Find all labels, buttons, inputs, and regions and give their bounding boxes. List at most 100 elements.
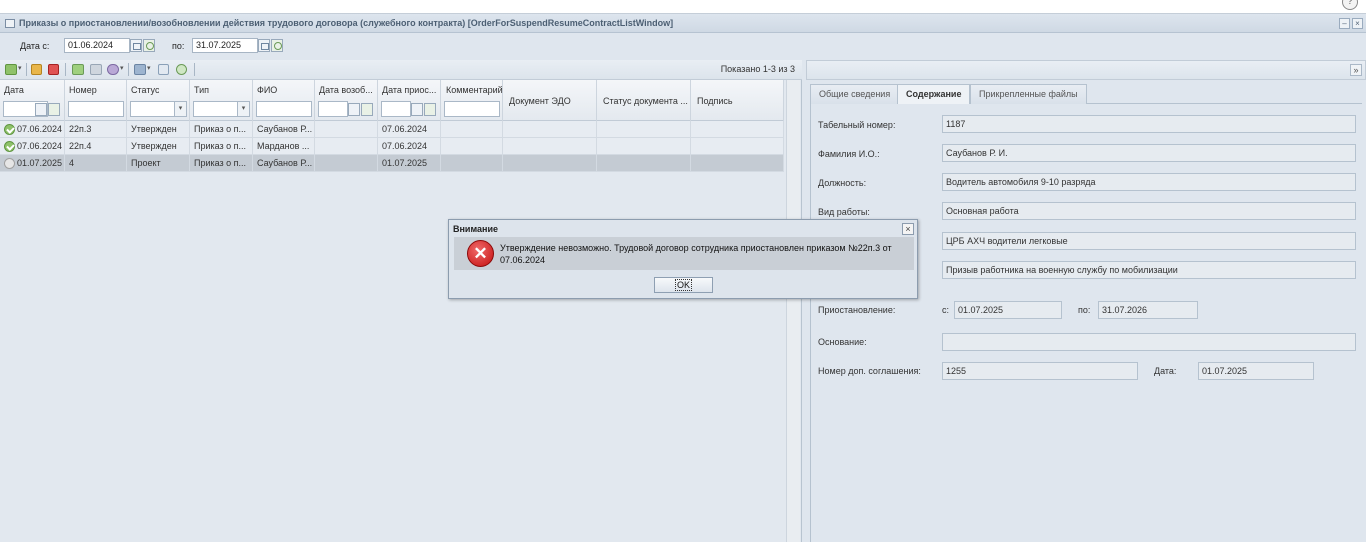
chevron-down-icon[interactable]: ▾ <box>174 102 186 116</box>
cell-edo <box>503 121 597 138</box>
filter-type-select[interactable]: ▾ <box>193 101 250 117</box>
column-signature[interactable]: Подпись <box>691 80 784 121</box>
dialog-message: Утверждение невозможно. Трудовой договор… <box>500 243 892 265</box>
department-field[interactable]: ЦРБ АХЧ водители легковые <box>942 232 1356 250</box>
column-suspend-date[interactable]: Дата приос... <box>378 80 441 121</box>
edit-icon[interactable] <box>31 64 42 75</box>
approved-status-icon <box>4 141 15 152</box>
column-date[interactable]: Дата <box>0 80 65 121</box>
filter-number-input[interactable] <box>68 101 124 117</box>
export-icon[interactable] <box>158 64 169 75</box>
position-field[interactable]: Водитель автомобиля 9-10 разряда <box>942 173 1356 191</box>
refresh-icon[interactable] <box>176 64 187 75</box>
ok-button[interactable]: OK <box>654 277 713 293</box>
print-icon[interactable] <box>134 64 146 75</box>
column-number[interactable]: Номер <box>65 80 127 121</box>
column-edo-document[interactable]: Документ ЭДО <box>503 80 597 121</box>
suspension-label: Приостановление: <box>818 305 896 315</box>
sign-icon[interactable] <box>107 64 119 75</box>
fio-label: Фамилия И.О.: <box>818 149 880 159</box>
close-window-button[interactable]: × <box>1352 18 1363 29</box>
clear-date-icon[interactable] <box>48 103 60 116</box>
clear-date-icon[interactable] <box>271 39 283 52</box>
filter-comment-input[interactable] <box>444 101 500 117</box>
calendar-icon[interactable] <box>35 103 47 116</box>
chevron-down-icon[interactable]: ▾ <box>18 64 22 72</box>
fio-field[interactable]: Саубанов Р. И. <box>942 144 1356 162</box>
tab-number-label: Табельный номер: <box>818 120 896 130</box>
column-resume-date[interactable]: Дата возоб... <box>315 80 378 121</box>
date-to-field[interactable]: 31.07.2025 <box>192 38 258 53</box>
cell-fio: Марданов ... <box>253 138 315 155</box>
tab-number-field[interactable]: 1187 <box>942 115 1356 133</box>
table-row[interactable]: 07.06.2024 22п.4 Утвержден Приказ о п...… <box>0 138 784 155</box>
chevron-down-icon[interactable]: ▾ <box>120 64 124 72</box>
add-icon[interactable] <box>5 64 17 75</box>
clear-date-icon[interactable] <box>143 39 155 52</box>
cell-comment <box>441 121 503 138</box>
clear-date-icon[interactable] <box>424 103 436 116</box>
cell-suspend-date: 07.06.2024 <box>378 138 441 155</box>
table-row[interactable]: 07.06.2024 22п.3 Утвержден Приказ о п...… <box>0 121 784 138</box>
cell-status: Утвержден <box>127 138 190 155</box>
column-status[interactable]: Статус ▾ <box>127 80 190 121</box>
calendar-icon[interactable] <box>348 103 360 116</box>
alert-dialog: Внимание × ✕ Утверждение невозможно. Тру… <box>448 219 918 299</box>
cell-doc-status <box>597 138 691 155</box>
tab-attachments[interactable]: Прикрепленные файлы <box>970 84 1087 104</box>
tab-general[interactable]: Общие сведения <box>810 84 900 104</box>
collapse-panel-icon[interactable]: » <box>1350 64 1362 76</box>
calendar-icon[interactable] <box>258 39 270 52</box>
column-document-status[interactable]: Статус документа ... <box>597 80 691 121</box>
date-from-field[interactable]: 01.06.2024 <box>64 38 130 53</box>
delete-icon[interactable] <box>48 64 59 75</box>
cell-type: Приказ о п... <box>190 155 253 172</box>
suspension-to-field[interactable]: 31.07.2026 <box>1098 301 1198 319</box>
cell-resume-date <box>315 155 378 172</box>
agreement-number-field[interactable]: 1255 <box>942 362 1138 380</box>
unapprove-icon[interactable] <box>90 64 102 75</box>
minimize-button[interactable]: – <box>1339 18 1350 29</box>
filter-suspend-date-input[interactable] <box>381 101 411 117</box>
cell-type: Приказ о п... <box>190 121 253 138</box>
vertical-scrollbar[interactable] <box>786 80 800 542</box>
cell-comment <box>441 138 503 155</box>
agreement-number-label: Номер доп. соглашения: <box>818 366 921 376</box>
tab-content[interactable]: Содержание <box>897 84 971 105</box>
chevron-down-icon[interactable]: ▾ <box>147 64 151 72</box>
column-fio[interactable]: ФИО <box>253 80 315 121</box>
work-type-label: Вид работы: <box>818 207 870 217</box>
date-from-label: Дата с: <box>20 41 50 51</box>
filter-resume-date-input[interactable] <box>318 101 348 117</box>
chevron-down-icon[interactable]: ▾ <box>237 102 249 116</box>
work-type-field[interactable]: Основная работа <box>942 202 1356 220</box>
help-button[interactable]: ? <box>1342 0 1358 10</box>
reason-field[interactable]: Призыв работника на военную службу по мо… <box>942 261 1356 279</box>
calendar-icon[interactable] <box>130 39 142 52</box>
cell-status: Проект <box>127 155 190 172</box>
agreement-date-field[interactable]: 01.07.2025 <box>1198 362 1314 380</box>
error-icon: ✕ <box>467 240 494 267</box>
position-label: Должность: <box>818 178 867 188</box>
cell-fio: Саубанов Р... <box>253 121 315 138</box>
suspension-from-field[interactable]: 01.07.2025 <box>954 301 1062 319</box>
column-comment[interactable]: Комментарий <box>441 80 503 121</box>
basis-field[interactable] <box>942 333 1356 351</box>
details-tabs: Общие сведения Содержание Прикрепленные … <box>810 84 1362 105</box>
filter-status-select[interactable]: ▾ <box>130 101 187 117</box>
agreement-date-label: Дата: <box>1154 366 1177 376</box>
cell-edo <box>503 155 597 172</box>
window-titlebar: Приказы о приостановлении/возобновлении … <box>0 14 1366 33</box>
toolbar-separator <box>128 63 129 76</box>
cell-resume-date <box>315 138 378 155</box>
cell-number: 22п.4 <box>65 138 127 155</box>
draft-status-icon <box>4 158 15 169</box>
filter-fio-input[interactable] <box>256 101 312 117</box>
column-type[interactable]: Тип ▾ <box>190 80 253 121</box>
calendar-icon[interactable] <box>411 103 423 116</box>
close-icon[interactable]: × <box>902 223 914 235</box>
approve-icon[interactable] <box>72 64 84 75</box>
table-row-selected[interactable]: 01.07.2025 4 Проект Приказ о п... Саубан… <box>0 155 784 172</box>
cell-resume-date <box>315 121 378 138</box>
clear-date-icon[interactable] <box>361 103 373 116</box>
